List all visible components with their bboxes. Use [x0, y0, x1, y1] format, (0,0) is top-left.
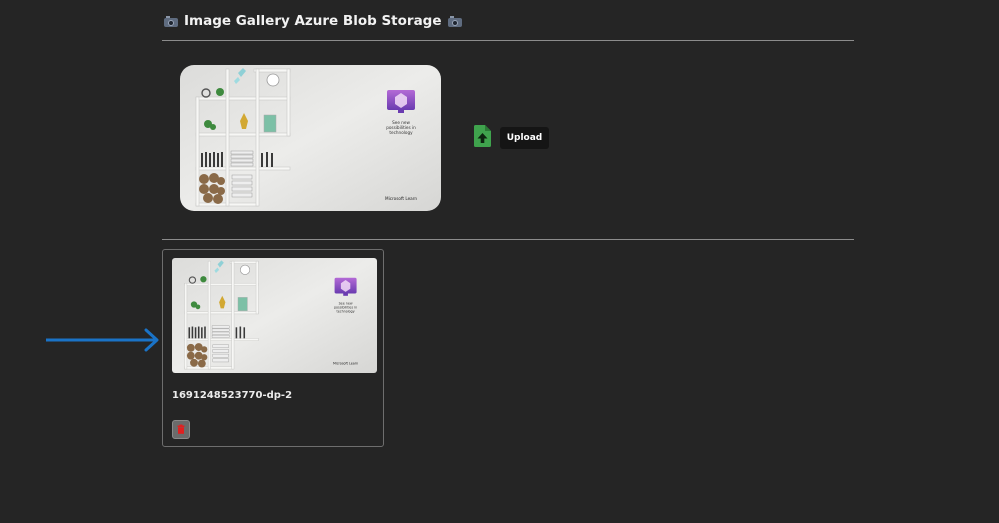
thumb-brand: Microsoft Learn	[333, 361, 358, 365]
camera-icon	[447, 15, 462, 27]
upload-button[interactable]: Upload	[500, 127, 549, 149]
thumb-tagline-3: technology	[336, 309, 354, 313]
trash-icon	[177, 424, 185, 434]
gallery-image[interactable]: See new possibilities in technology Micr…	[172, 258, 377, 373]
header-divider	[162, 40, 854, 41]
preview-tagline-3: technology	[389, 130, 413, 135]
section-divider	[162, 239, 854, 240]
page-title: Image Gallery Azure Blob Storage	[184, 13, 442, 29]
camera-icon	[164, 15, 178, 27]
page-header: Image Gallery Azure Blob Storage	[164, 11, 462, 31]
annotation-arrow-icon	[46, 328, 159, 352]
gallery-card: See new possibilities in technology Micr…	[162, 249, 384, 447]
delete-button[interactable]	[172, 420, 190, 439]
preview-brand: Microsoft Learn	[385, 196, 417, 201]
file-upload-icon[interactable]	[474, 125, 491, 147]
upload-preview-image: See new possibilities in technology Micr…	[180, 65, 441, 211]
image-filename: 1691248523770-dp-2	[172, 390, 293, 401]
